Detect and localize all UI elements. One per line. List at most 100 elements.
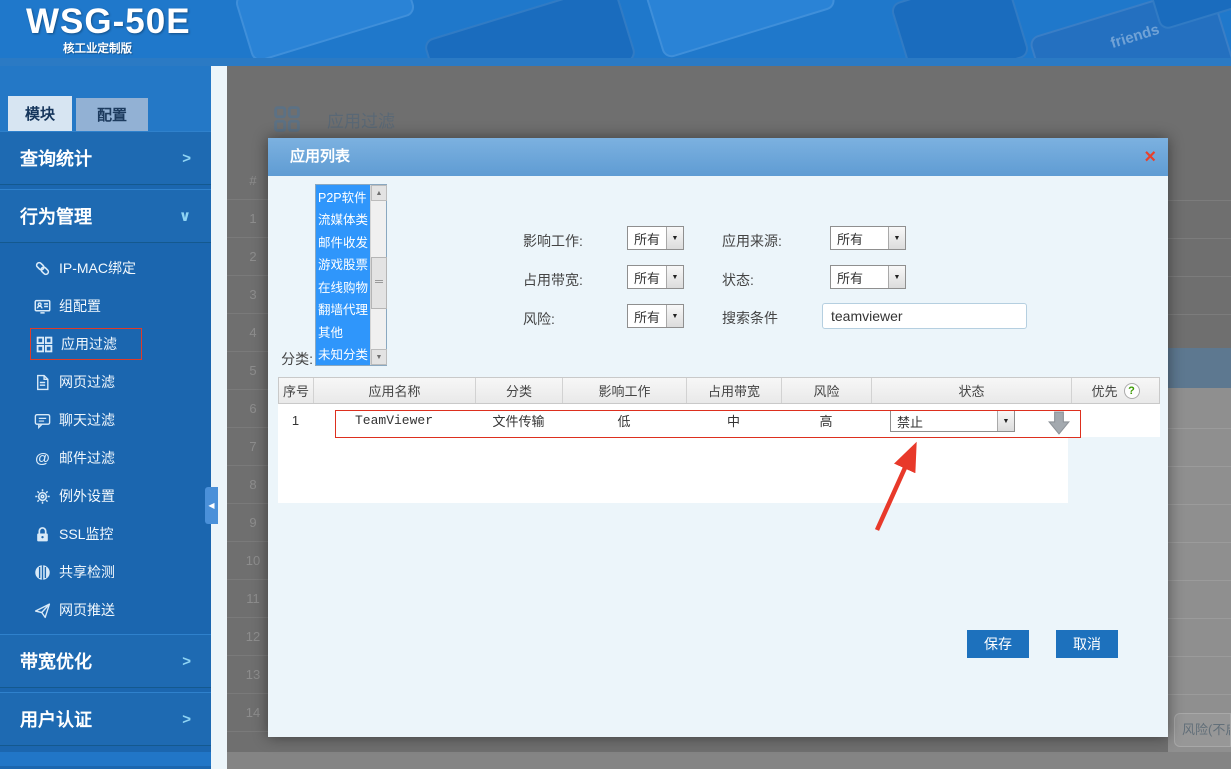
sidebar-group-query-stats[interactable]: 查询统计 > (0, 131, 211, 185)
priority-down-arrow-icon[interactable] (1048, 411, 1070, 435)
lock-icon (34, 526, 51, 543)
category-listbox[interactable]: P2P软件 流媒体类 邮件收发 游戏股票 在线购物 翻墙代理 其他 未知分类 ▲… (315, 184, 387, 366)
select-value: 所有 (628, 307, 666, 326)
chevron-down-icon[interactable]: ▼ (666, 305, 683, 327)
keyboard-key-decor (233, 0, 416, 58)
impact-select[interactable]: 所有 ▼ (627, 226, 684, 250)
cell-risk: 高 (781, 411, 871, 430)
table-row: 1 TeamViewer 文件传输 低 中 高 (278, 404, 1160, 437)
cancel-button[interactable]: 取消 (1056, 630, 1118, 658)
listbox-scrollbar[interactable]: ▲ ▼ (370, 185, 386, 365)
chevron-right-icon: > (182, 653, 191, 670)
sidebar-item-label: 应用过滤 (61, 334, 117, 354)
source-select[interactable]: 所有 ▼ (830, 226, 906, 250)
gear-icon (34, 488, 51, 505)
bg-page-header: 应用过滤 (273, 105, 395, 133)
sidebar: 模块 配置 查询统计 > 行为管理 ∨ IP-MAC绑定 (0, 66, 211, 769)
row-status-select[interactable]: 禁止 ▼ (890, 410, 1015, 432)
keyboard-key-decor (423, 0, 638, 58)
grid-icon (273, 105, 301, 133)
tab-modules[interactable]: 模块 (8, 96, 72, 131)
sidebar-item-ip-mac-binding[interactable]: IP-MAC绑定 (0, 249, 211, 287)
sidebar-item-share-detect[interactable]: 共享检测 (0, 553, 211, 591)
cell-impact: 低 (562, 411, 686, 430)
category-option[interactable]: 未知分类 (316, 343, 370, 366)
sidebar-item-mail-filter[interactable]: @ 邮件过滤 (0, 439, 211, 477)
chevron-down-icon[interactable]: ▼ (666, 227, 683, 249)
close-icon[interactable]: × (1144, 145, 1156, 169)
sidebar-item-app-filter[interactable]: 应用过滤 (0, 325, 211, 363)
category-option[interactable]: 在线购物 (316, 275, 370, 298)
col-header-category: 分类 (476, 378, 563, 403)
save-button[interactable]: 保存 (967, 630, 1029, 658)
scroll-up-icon[interactable]: ▲ (371, 185, 387, 201)
sidebar-group-behavior-mgmt[interactable]: 行为管理 ∨ (0, 189, 211, 243)
help-icon[interactable]: ? (1124, 383, 1140, 399)
search-input[interactable] (822, 303, 1027, 329)
grid-icon (36, 336, 53, 353)
banner-divider (0, 58, 1231, 66)
category-option[interactable]: 邮件收发 (316, 230, 370, 253)
sidebar-item-list: IP-MAC绑定 组配置 应用过滤 (0, 243, 211, 629)
chevron-down-icon[interactable]: ▼ (888, 227, 905, 249)
chevron-down-icon[interactable]: ▼ (666, 266, 683, 288)
sidebar-item-group-config[interactable]: 组配置 (0, 287, 211, 325)
sidebar-item-web-filter[interactable]: 网页过滤 (0, 363, 211, 401)
category-option[interactable]: 流媒体类 (316, 208, 370, 231)
filter-label-source: 应用来源: (722, 231, 782, 251)
chevron-down-icon[interactable]: ▼ (997, 411, 1014, 431)
scroll-down-icon[interactable]: ▼ (371, 349, 387, 365)
sidebar-group-label: 用户认证 (20, 706, 92, 732)
category-option[interactable]: P2P软件 (316, 185, 370, 208)
tab-config[interactable]: 配置 (76, 98, 148, 131)
bg-risk-label: 风险(不启 (1182, 722, 1231, 737)
bg-risk-label-box: 风险(不启 (1174, 713, 1231, 747)
select-value: 所有 (831, 229, 888, 248)
sidebar-item-exception-settings[interactable]: 例外设置 (0, 477, 211, 515)
annotation-red-box: 应用过滤 (30, 328, 142, 360)
status-filter-select[interactable]: 所有 ▼ (830, 265, 906, 289)
bg-page-title: 应用过滤 (327, 107, 395, 132)
sidebar-group-label: 查询统计 (20, 145, 92, 171)
bandwidth-select[interactable]: 所有 ▼ (627, 265, 684, 289)
sidebar-collapse-handle[interactable]: ◀ (205, 487, 218, 524)
category-option[interactable]: 游戏股票 (316, 253, 370, 276)
risk-select[interactable]: 所有 ▼ (627, 304, 684, 328)
sidebar-item-label: 共享检测 (59, 562, 115, 582)
sidebar-item-label: SSL监控 (59, 524, 113, 544)
chevron-down-icon: ∨ (179, 207, 191, 225)
chat-icon (34, 412, 51, 429)
sidebar-item-label: 邮件过滤 (59, 448, 115, 468)
category-option[interactable]: 翻墙代理 (316, 298, 370, 321)
filter-label-bandwidth: 占用带宽: (523, 270, 583, 290)
bg-bottom-strip (227, 752, 1231, 769)
keyboard-key-decor (889, 0, 1030, 58)
bg-line (1168, 618, 1231, 619)
select-value: 所有 (628, 229, 666, 248)
bg-lower-panel (1168, 388, 1231, 769)
sidebar-group-bandwidth[interactable]: 带宽优化 > (0, 634, 211, 688)
sidebar-bottom-strip (0, 752, 211, 766)
page-icon (34, 374, 51, 391)
sidebar-group-user-auth[interactable]: 用户认证 > (0, 692, 211, 746)
category-option[interactable]: 其他 (316, 320, 370, 343)
sidebar-item-ssl-monitor[interactable]: SSL监控 (0, 515, 211, 553)
product-logo: WSG-50E (26, 2, 191, 42)
sidebar-item-chat-filter[interactable]: 聊天过滤 (0, 401, 211, 439)
send-icon (34, 602, 51, 619)
chevron-down-icon[interactable]: ▼ (888, 266, 905, 288)
bg-line (1168, 276, 1231, 277)
scrollbar-thumb[interactable] (371, 257, 387, 309)
sidebar-item-web-push[interactable]: 网页推送 (0, 591, 211, 629)
bg-line (1168, 314, 1231, 315)
app-table: 序号 应用名称 分类 影响工作 占用带宽 风险 状态 优先 ? 1 TeamVi… (278, 377, 1160, 437)
col-header-risk: 风险 (782, 378, 872, 403)
filter-label-risk: 风险: (523, 309, 555, 329)
filter-label-status: 状态: (722, 270, 754, 290)
product-logo-subtitle: 核工业定制版 (63, 40, 132, 56)
group-icon (34, 298, 51, 315)
col-header-bandwidth: 占用带宽 (687, 378, 782, 403)
col-header-name: 应用名称 (314, 378, 476, 403)
col-header-impact: 影响工作 (563, 378, 687, 403)
col-header-priority: 优先 ? (1072, 378, 1159, 403)
